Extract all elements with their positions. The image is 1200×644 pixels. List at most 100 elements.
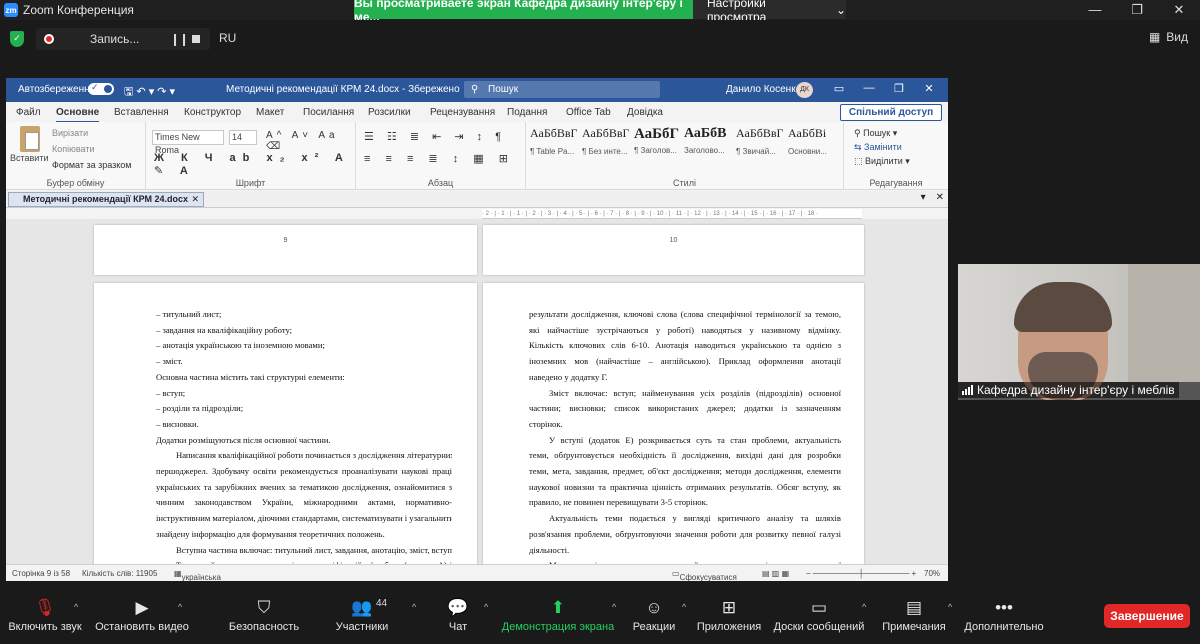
reactions-icon: ☺ (645, 598, 663, 617)
format-painter-button[interactable]: Формат за зразком (52, 160, 132, 170)
style-normal[interactable]: АаБбВвГ ¶ Звичай... (736, 126, 786, 170)
restore-icon[interactable]: ❐ (884, 82, 914, 95)
participant-name: Кафедра дизайну інтер'єру і меблів (977, 383, 1175, 397)
participant-video[interactable]: Кафедра дизайну інтер'єру і меблів (958, 264, 1200, 400)
document-line: Зміст включає: вступ; найменування усіх … (549, 387, 841, 398)
zoom-level[interactable]: 70% (924, 569, 940, 578)
share-screen-button[interactable]: ⬆ ^ Демонстрация экрана (500, 590, 616, 644)
alignment-buttons[interactable]: ≡ ≡ ≡ ≣ ↕ ▦ ⊞ (364, 152, 514, 165)
ribbon-options-icon[interactable]: ▭ (824, 82, 854, 95)
chevron-up-icon[interactable]: ^ (948, 602, 952, 612)
font-size-select[interactable]: 14 (229, 130, 257, 145)
word-count[interactable]: Кількість слів: 11905 (82, 569, 157, 578)
style-body[interactable]: АаБбВі Основни... (788, 126, 838, 170)
style-heading-1[interactable]: АаБбГ ¶ Заголов... (634, 126, 684, 170)
unmute-button[interactable]: 🎙 ^ Включить звук (2, 590, 88, 644)
document-tab[interactable]: Методичні рекомендації КРМ 24.docx ✕ (8, 192, 204, 207)
chevron-up-icon[interactable]: ^ (484, 602, 488, 612)
encryption-shield-icon[interactable]: ✓ (10, 31, 24, 47)
paste-icon[interactable] (20, 126, 40, 152)
quick-access-toolbar[interactable]: 🖫 ↶ ▾ ↷ ▾ (124, 83, 175, 102)
more-button[interactable]: ••• Дополнительно (962, 590, 1046, 644)
style-no-spacing[interactable]: АаБбВвГ ¶ Без инте... (582, 126, 632, 170)
cut-button[interactable]: Вирізати (52, 128, 88, 138)
tab-layout[interactable]: Макет (256, 107, 284, 118)
document-canvas[interactable]: 9 10 – титульний лист; – завдання на квал… (6, 219, 948, 564)
tab-design[interactable]: Конструктор (184, 107, 241, 118)
chat-button[interactable]: 💬 ^ Чат (436, 590, 488, 644)
font-group: Times New Roma 14 A^ A˅ Aa ⌫ Ж К Ч ab x₂… (146, 122, 356, 190)
document-line: – титульний лист; (156, 309, 222, 319)
chevron-up-icon[interactable]: ^ (412, 602, 416, 612)
select-button[interactable]: ⬚ Виділити ▾ (854, 156, 910, 167)
autosave-toggle[interactable] (88, 82, 114, 95)
chevron-up-icon[interactable]: ^ (612, 602, 616, 612)
whiteboards-button[interactable]: ▭ ^ Доски сообщений (772, 590, 867, 644)
horizontal-ruler[interactable]: · 2 · | · 1 · | · 1 · | · 2 · | · 3 · | … (482, 209, 862, 219)
minimize-icon[interactable]: — (854, 82, 884, 95)
end-meeting-button[interactable]: Завершение (1104, 604, 1190, 628)
restore-icon[interactable]: ❐ (1116, 0, 1158, 20)
stop-recording-icon[interactable] (192, 35, 200, 43)
close-icon[interactable]: ✕ (191, 193, 199, 206)
document-line: – анотація українською та іноземною мова… (156, 340, 325, 351)
tab-office-tab[interactable]: Office Tab (566, 107, 611, 118)
copy-button[interactable]: Копіювати (52, 144, 95, 154)
document-line: Актуальність теми подається у вигляді кр… (549, 513, 841, 524)
language-status[interactable]: ▦ українська (174, 569, 221, 581)
share-banner: Вы просматриваете экран Кафедра дизайну … (354, 0, 693, 24)
tab-insert[interactable]: Вставлення (114, 107, 169, 118)
apps-button[interactable]: ⊞ Приложения (694, 590, 764, 644)
pause-recording-icon[interactable]: ❙❙ (170, 32, 189, 46)
document-line: – вступ; (156, 387, 186, 398)
left-page-text: – титульний лист; – завдання на кваліфіка… (156, 307, 452, 564)
document-line: У вступі (додаток Е) розкривається суть … (549, 434, 841, 445)
font-group-label: Шрифт (235, 178, 266, 188)
chevron-up-icon[interactable]: ^ (178, 602, 182, 612)
tab-mailings[interactable]: Розсилки (368, 107, 411, 118)
tab-file[interactable]: Файл (16, 107, 41, 118)
font-name-select[interactable]: Times New Roma (152, 130, 224, 155)
paste-label[interactable]: Вставити (10, 153, 49, 163)
close-icon[interactable]: ✕ (1158, 0, 1200, 20)
minimize-icon[interactable]: — (1074, 0, 1116, 20)
stop-video-button[interactable]: ▶ ^ Остановить видео (94, 590, 190, 644)
chevron-down-icon[interactable]: ▾ (921, 192, 926, 203)
chevron-up-icon[interactable]: ^ (862, 602, 866, 612)
notes-button[interactable]: ▤ ^ Примечания (880, 590, 952, 644)
style-table-paragraph[interactable]: АаБбВвГ ¶ Table Pa... (530, 126, 580, 170)
view-button[interactable]: ▦ Вид (1149, 30, 1188, 44)
focus-mode-button[interactable]: ▭ Сфокусуватися (672, 569, 737, 581)
page-count[interactable]: Сторінка 9 із 58 (12, 569, 70, 578)
chevron-up-icon[interactable]: ^ (74, 602, 78, 612)
close-icon[interactable]: ✕ (936, 192, 944, 203)
security-button[interactable]: ⛉ Безопасность (222, 590, 306, 644)
chevron-up-icon[interactable]: ^ (682, 602, 686, 612)
participants-button[interactable]: 👥 44 ^ Участники (326, 590, 417, 644)
grow-shrink-font-icon[interactable]: A^ A˅ Aa ⌫ (266, 130, 355, 152)
tab-references[interactable]: Посилання (303, 107, 354, 118)
style-heading-2[interactable]: АаБбВ Заголово... (684, 126, 734, 170)
replace-button[interactable]: ⇆ Замінити (854, 142, 902, 153)
language-indicator[interactable]: RU (219, 31, 236, 45)
reactions-button[interactable]: ☺ ^ Реакции (630, 590, 686, 644)
find-button[interactable]: ⚲ Пошук ▾ (854, 128, 897, 139)
word-search-box[interactable]: ⚲ Пошук (464, 81, 660, 98)
muted-mic-icon: 🎙 (34, 598, 56, 617)
text-format-buttons[interactable]: Ж К Ч ab x₂ x² A ✎ A (154, 152, 355, 177)
autosave-label: Автозбереження (18, 84, 96, 95)
close-icon[interactable]: ✕ (914, 82, 944, 95)
tab-review[interactable]: Рецензування (430, 107, 495, 118)
paragraph-group-label: Абзац (427, 178, 454, 188)
user-avatar[interactable]: ДК (796, 82, 813, 98)
view-settings-button[interactable]: Настройки просмотра ⌄ (693, 0, 846, 24)
document-line: Кількість ключових слів 6-10. Анотація н… (529, 340, 841, 351)
share-button[interactable]: Спільний доступ (840, 104, 942, 121)
list-buttons[interactable]: ☰ ☷ ≣ ⇤ ⇥ ↕ ¶ (364, 130, 506, 143)
document-line: Основна частина містить такі структурні … (156, 371, 345, 382)
tab-home[interactable]: Основне (56, 107, 100, 123)
tab-view[interactable]: Подання (507, 107, 547, 118)
zoom-slider[interactable]: − ────────┼──────── + (806, 569, 916, 578)
tab-help[interactable]: Довідка (627, 107, 663, 118)
view-mode-icons[interactable]: ▤ ▥ ▦ (762, 569, 789, 578)
